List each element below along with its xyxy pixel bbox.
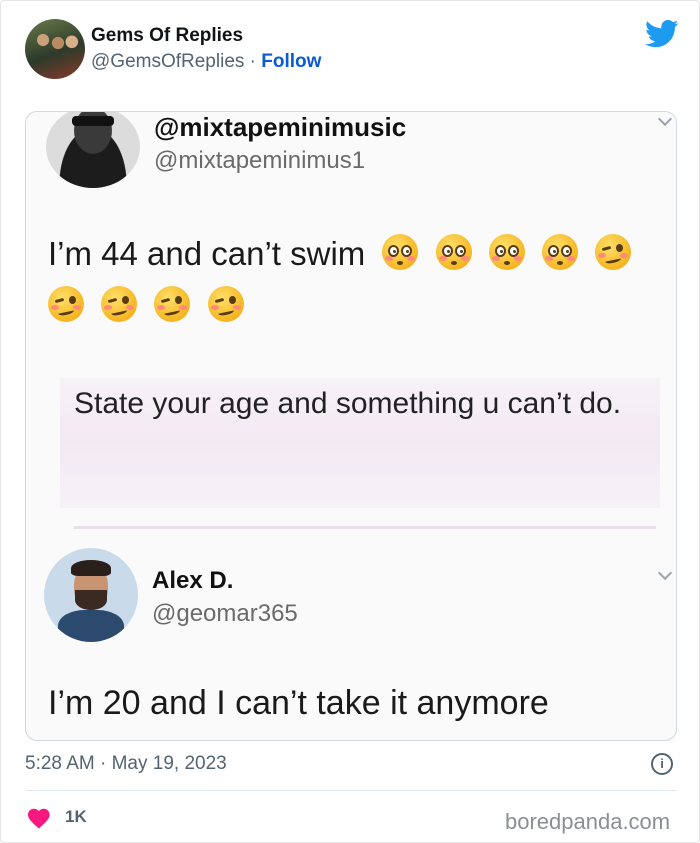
follow-link[interactable]: Follow — [261, 51, 321, 72]
second-reply-handle: @geomar365 — [152, 600, 298, 627]
mixtape-avatar — [46, 112, 140, 188]
woozy-face-icon — [101, 286, 138, 322]
flushed-face-icon — [435, 234, 472, 270]
author-display-name[interactable]: Gems Of Replies — [91, 25, 243, 47]
first-reply-handle: @mixtapeminimus1 — [154, 147, 366, 174]
first-reply-text: I’m 44 and can’t swim — [48, 235, 366, 272]
woozy-face-icon — [154, 286, 191, 322]
divider — [74, 526, 656, 529]
flushed-face-icon — [488, 234, 525, 270]
flushed-face-icon — [382, 234, 419, 270]
like-count[interactable]: 1K — [65, 807, 87, 827]
author-avatar[interactable] — [25, 19, 85, 79]
info-icon[interactable]: i — [651, 753, 673, 775]
flushed-face-icon — [541, 234, 578, 270]
divider — [25, 790, 677, 791]
second-reply-display-name: Alex D. — [152, 567, 234, 594]
chevron-down-icon — [657, 112, 673, 127]
woozy-face-icon — [207, 286, 244, 322]
chevron-down-icon — [657, 565, 673, 581]
handle-separator: · — [244, 51, 262, 72]
first-reply-display-name: @mixtapeminimusic — [154, 112, 407, 142]
tweet-embed-card: Gems Of Replies @GemsOfReplies · Follow … — [0, 0, 700, 843]
quoted-prompt: State your age and something u can’t do. — [60, 378, 660, 508]
first-reply-text-block: I’m 44 and can’t swim — [48, 228, 658, 332]
tweet-timestamp[interactable]: 5:28 AM · May 19, 2023 — [25, 753, 227, 775]
author-handle-line: @GemsOfReplies · Follow — [91, 51, 321, 73]
second-reply-text: I’m 20 and I can’t take it anymore — [48, 684, 549, 722]
twitter-bird-icon[interactable] — [645, 19, 679, 49]
woozy-face-icon — [48, 286, 84, 322]
alex-avatar — [44, 548, 138, 642]
heart-icon[interactable] — [27, 807, 51, 829]
embedded-screenshot: @mixtapeminimusic @mixtapeminimus1 I’m 4… — [25, 111, 677, 741]
woozy-face-icon — [595, 234, 632, 270]
boredpanda-watermark: boredpanda.com — [505, 809, 671, 834]
author-handle[interactable]: @GemsOfReplies — [91, 51, 244, 72]
